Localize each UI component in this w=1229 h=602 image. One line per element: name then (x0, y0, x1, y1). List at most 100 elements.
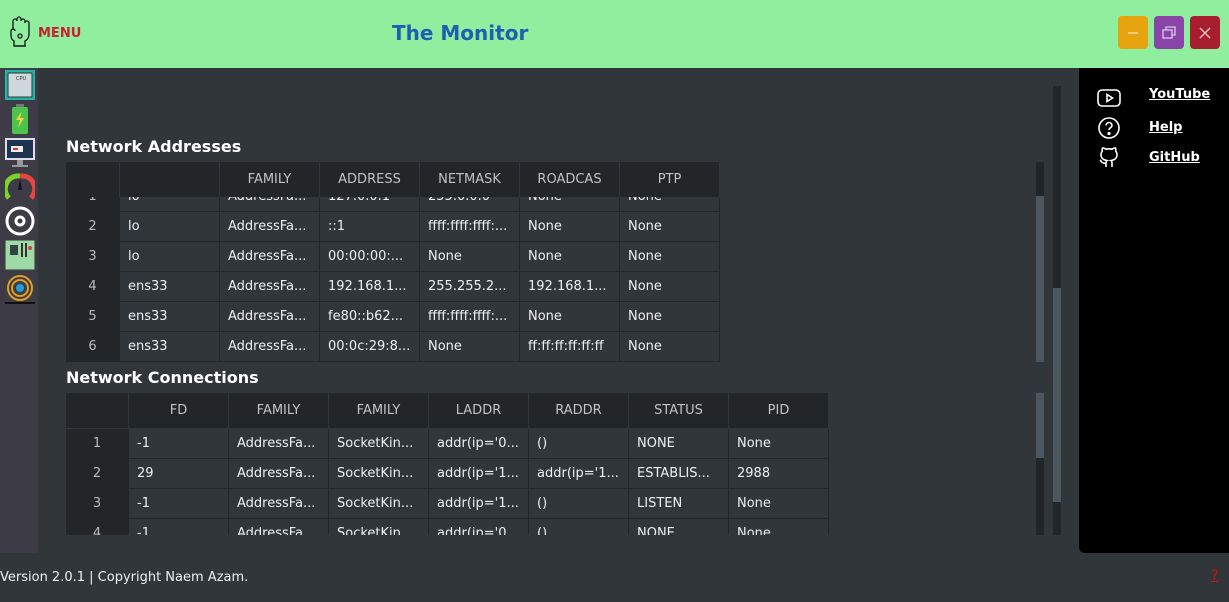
row-index: 2 (66, 459, 129, 489)
app-title: The Monitor (392, 21, 529, 45)
table-cell: None (620, 242, 720, 272)
battery-icon[interactable] (5, 104, 35, 134)
table-cell: None (620, 332, 720, 362)
motherboard-icon[interactable] (5, 240, 35, 270)
table-cell: ens33 (120, 302, 220, 332)
table-row[interactable]: 2 lo AddressFa...::1 ffff:ffff:ffff:... None… (66, 212, 720, 242)
column-header[interactable]: FAMILY (220, 162, 320, 197)
row-index: 5 (66, 302, 120, 332)
close-icon (1199, 26, 1211, 39)
help-icon[interactable] (1097, 116, 1121, 140)
restore-button[interactable] (1154, 16, 1184, 49)
row-index: 1 (66, 429, 129, 459)
column-header[interactable]: LADDR (429, 393, 529, 428)
column-header[interactable]: STATUS (629, 393, 729, 428)
column-header[interactable] (66, 162, 120, 197)
table-cell: None (520, 212, 620, 242)
table-cell: None (620, 272, 720, 302)
footer-text: Version 2.0.1 | Copyright Naem Azam. (0, 570, 249, 585)
help-link[interactable]: Help (1149, 120, 1182, 135)
table-cell: 192.168.1... (520, 272, 620, 302)
table-cell: ff:ff:ff:ff:ff:ff (520, 332, 620, 362)
table-cell: AddressFa... (220, 302, 320, 332)
main-scroll-thumb[interactable] (1053, 288, 1061, 502)
github-icon[interactable] (1097, 145, 1121, 169)
table-cell: SocketKin... (329, 429, 429, 459)
table-cell: 29 (129, 459, 229, 489)
table-cell: None (520, 302, 620, 332)
table-cell: AddressFa... (229, 459, 329, 489)
table-cell: ffff:ffff:ffff:... (420, 302, 520, 332)
youtube-link[interactable]: YouTube (1149, 87, 1210, 102)
column-header[interactable]: NETMASK (420, 162, 520, 197)
table-cell: None (620, 302, 720, 332)
table-cell: NONE (629, 519, 729, 535)
table-row[interactable]: 4 -1 AddressFa... SocketKin... addr(ip='0...… (66, 519, 829, 535)
menu-label: MENU (38, 25, 82, 41)
help-question-link[interactable]: ? (1211, 568, 1218, 584)
column-header[interactable]: PTP (620, 162, 720, 197)
column-header[interactable]: FAMILY (329, 393, 429, 428)
table-cell: 00:0c:29:8... (320, 332, 420, 362)
column-header[interactable]: RADDR (529, 393, 629, 428)
table-cell: ens33 (120, 272, 220, 302)
table-cell: 2988 (729, 459, 829, 489)
sidebar: CPU (0, 68, 38, 553)
github-link[interactable]: GitHub (1149, 150, 1200, 165)
table-header: FD FAMILY FAMILY LADDR RADDR STATUS PID (66, 393, 829, 428)
table-cell: ffff:ffff:ffff:... (420, 212, 520, 242)
addresses-scrollbar[interactable] (1036, 162, 1044, 362)
column-header[interactable] (120, 162, 220, 197)
column-header[interactable]: FD (129, 393, 229, 428)
column-header[interactable] (66, 393, 129, 428)
youtube-icon[interactable] (1097, 86, 1121, 110)
table-row[interactable]: 1 -1 AddressFa... SocketKin... addr(ip='0...… (66, 429, 829, 459)
table-cell: -1 (129, 519, 229, 535)
table-cell: () (529, 519, 629, 535)
table-cell: LISTEN (629, 489, 729, 519)
monitor-icon[interactable] (5, 138, 35, 168)
disk-icon[interactable] (5, 206, 35, 236)
table-cell: AddressFa... (220, 212, 320, 242)
table-cell: AddressFa... (220, 242, 320, 272)
table-cell: None (420, 332, 520, 362)
table-cell: SocketKin... (329, 459, 429, 489)
addresses-scroll-thumb[interactable] (1036, 196, 1044, 362)
table-cell: ::1 (320, 212, 420, 242)
table-cell: () (529, 489, 629, 519)
table-cell: ESTABLIS... (629, 459, 729, 489)
table-cell: AddressFa... (220, 332, 320, 362)
minimize-button[interactable] (1118, 16, 1148, 49)
table-row[interactable]: 2 29 AddressFa... SocketKin... addr(ip='1...… (66, 459, 829, 489)
row-index: 4 (66, 519, 129, 535)
row-index: 2 (66, 212, 120, 242)
table-cell: fe80::b62... (320, 302, 420, 332)
column-header[interactable]: ROADCAS (520, 162, 620, 197)
table-cell: lo (120, 242, 220, 272)
table-cell: addr(ip='0... (429, 519, 529, 535)
table-row[interactable]: 3 -1 AddressFa... SocketKin... addr(ip='1...… (66, 489, 829, 519)
title-bar: MENU The Monitor (0, 0, 1229, 68)
table-cell: addr(ip='1... (529, 459, 629, 489)
table-row[interactable]: 6 ens33 AddressFa... 00:0c:29:8... None ff:ff… (66, 332, 720, 362)
main-scrollbar[interactable] (1053, 86, 1061, 535)
column-header[interactable]: PID (729, 393, 829, 428)
network-icon[interactable] (5, 274, 35, 304)
connections-scroll-thumb[interactable] (1036, 393, 1044, 458)
links-panel: YouTube Help GitHub (1079, 68, 1229, 553)
column-header[interactable]: FAMILY (229, 393, 329, 428)
connections-scrollbar[interactable] (1036, 393, 1044, 535)
menu-button[interactable]: MENU (8, 16, 81, 50)
gauge-icon[interactable] (5, 172, 35, 202)
table-row[interactable]: 3 lo AddressFa... 00:00:00:... None None None (66, 242, 720, 272)
column-header[interactable]: ADDRESS (320, 162, 420, 197)
table-row[interactable]: 4 ens33 AddressFa... 192.168.1... 255.255.2.… (66, 272, 720, 302)
table-cell: None (520, 242, 620, 272)
table-cell: 00:00:00:... (320, 242, 420, 272)
table-cell: lo (120, 212, 220, 242)
table-row[interactable]: 5 ens33 AddressFa... fe80::b62... ffff:ffff:… (66, 302, 720, 332)
close-button[interactable] (1190, 16, 1220, 49)
cpu-icon[interactable]: CPU (5, 70, 35, 100)
table-cell: None (729, 429, 829, 459)
gauntlet-logo-icon (10, 16, 30, 47)
